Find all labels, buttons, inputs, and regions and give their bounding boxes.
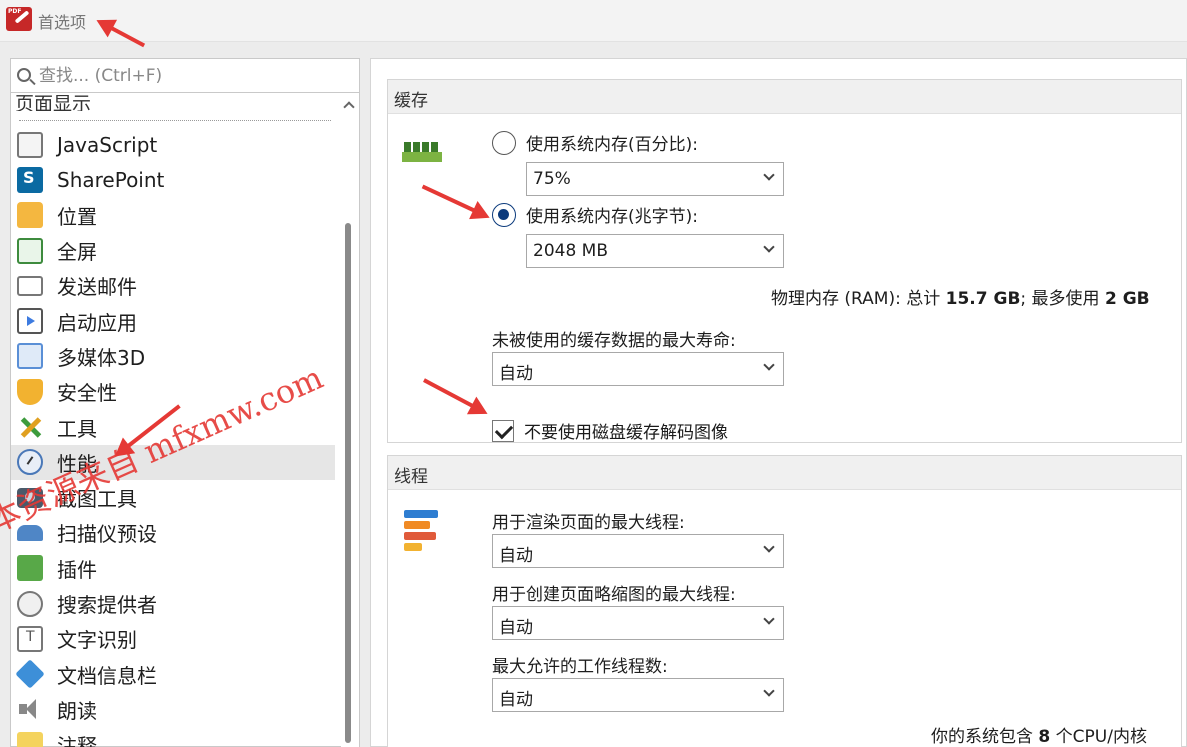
scanner-icon	[17, 524, 43, 541]
cpu-info: 你的系统包含 8 个CPU/内核	[931, 727, 1147, 747]
sidebar-item[interactable]: 注释	[11, 727, 335, 747]
sidebar-item[interactable]: 位置	[11, 198, 335, 233]
sidebar-item-label: 插件	[57, 557, 97, 582]
chevron-down-icon	[763, 685, 775, 697]
worker-threads-select[interactable]: 自动	[492, 678, 784, 712]
sidebar-item-label: 朗读	[57, 698, 97, 723]
sidebar-item[interactable]: 发送邮件	[11, 268, 335, 303]
radio-memory-mb[interactable]: 使用系统内存(兆字节):	[492, 202, 698, 227]
sidebar-item-label: 多媒体3D	[57, 345, 146, 370]
percent-select[interactable]: 75%	[526, 162, 784, 196]
tools-icon	[17, 414, 43, 440]
threads-group-header: 线程	[388, 456, 1181, 490]
sharepoint-icon	[17, 166, 43, 193]
sidebar-item[interactable]: 启动应用	[11, 303, 335, 338]
sidebar-item-label: 注释	[57, 734, 97, 747]
sidebar-item[interactable]: 搜索提供者	[11, 586, 335, 621]
search-input[interactable]	[39, 63, 349, 89]
sidebar-item[interactable]: 文字识别	[11, 621, 335, 656]
sidebar-item-label: 截图工具	[57, 487, 137, 512]
camera-icon	[17, 487, 43, 508]
sidebar-item[interactable]: 工具	[11, 409, 335, 444]
fullscreen-icon	[17, 237, 43, 264]
scroll-up-icon[interactable]	[343, 101, 355, 113]
sidebar-item[interactable]: SharePoint	[11, 162, 335, 197]
app-launch-icon	[17, 308, 43, 335]
ram-info: 物理内存 (RAM): 总计 15.7 GB; 最多使用 2 GB	[771, 289, 1150, 309]
gauge-icon	[17, 449, 43, 476]
threads-group: 线程 用于渲染页面的最大线程: 自动 用于创建页面略缩图的最大线程: 自动 最大…	[387, 455, 1182, 747]
mail-icon	[17, 275, 43, 296]
render-threads-label: 用于渲染页面的最大线程:	[492, 513, 685, 533]
sidebar-item[interactable]: 朗读	[11, 692, 335, 727]
sidebar-scrollbar[interactable]	[341, 93, 359, 747]
cube-icon	[17, 343, 43, 370]
worker-threads-label: 最大允许的工作线程数:	[492, 657, 668, 677]
sidebar-item-label: 发送邮件	[57, 275, 137, 300]
chevron-down-icon	[763, 359, 775, 371]
note-icon	[17, 731, 43, 747]
shield-icon	[17, 378, 43, 405]
sidebar-item-label: 性能	[57, 451, 97, 476]
info-icon	[15, 659, 45, 689]
mb-select[interactable]: 2048 MB	[526, 234, 784, 268]
thumbnail-threads-select[interactable]: 自动	[492, 606, 784, 640]
plugin-icon	[17, 555, 43, 582]
sidebar-item-page-display[interactable]: 页面显示	[15, 93, 91, 111]
radio-percent-button[interactable]	[492, 130, 516, 155]
window-title: 首选项	[38, 13, 87, 32]
preferences-sidebar: 页面显示 JavaScript SharePoint 位置全屏发送邮件启动应用多媒体…	[10, 58, 360, 747]
sidebar-item-label: 位置	[57, 204, 97, 229]
scroll-thumb[interactable]	[345, 223, 351, 743]
javascript-icon	[17, 131, 43, 158]
chevron-down-icon	[763, 541, 775, 553]
speaker-icon	[17, 696, 43, 722]
folder-icon	[17, 202, 43, 229]
chevron-down-icon	[763, 613, 775, 625]
pdf-app-icon: PDF	[6, 7, 32, 31]
sidebar-item-label: 扫描仪预设	[57, 522, 157, 547]
settings-panel: 缓存 使用系统内存(百分比): 75% 使用系统内存(兆字节): 2048 MB…	[370, 58, 1187, 747]
radio-mb-button[interactable]	[492, 202, 516, 227]
threads-icon	[404, 510, 444, 551]
radio-memory-percent[interactable]: 使用系统内存(百分比):	[492, 130, 698, 155]
sidebar-item[interactable]: 截图工具	[11, 480, 335, 515]
sidebar-item[interactable]: 插件	[11, 551, 335, 586]
disk-cache-checkbox-row[interactable]: 不要使用磁盘缓存解码图像	[492, 418, 728, 443]
memory-chip-icon	[402, 142, 442, 164]
sidebar-item-label: 工具	[57, 416, 97, 441]
sidebar-item[interactable]: 全屏	[11, 233, 335, 268]
chevron-down-icon	[763, 169, 775, 181]
sidebar-item-label: 搜索提供者	[57, 593, 157, 617]
search-icon	[17, 68, 31, 82]
sidebar-item[interactable]: 文档信息栏	[11, 656, 335, 691]
category-list: 页面显示 JavaScript SharePoint 位置全屏发送邮件启动应用多媒体…	[11, 93, 341, 747]
sidebar-item-label: 启动应用	[57, 310, 137, 335]
sidebar-item-label: 文档信息栏	[57, 663, 157, 688]
cache-group: 缓存 使用系统内存(百分比): 75% 使用系统内存(兆字节): 2048 MB…	[387, 79, 1182, 443]
sidebar-item[interactable]: JavaScript	[11, 127, 335, 162]
sidebar-item[interactable]: 扫描仪预设	[11, 515, 335, 550]
sidebar-item-label: 安全性	[57, 381, 117, 406]
title-bar: PDF 首选项	[0, 0, 1187, 42]
lifetime-select[interactable]: 自动	[492, 352, 784, 386]
sidebar-item-label: JavaScript	[57, 132, 158, 157]
lifetime-label: 未被使用的缓存数据的最大寿命:	[492, 331, 736, 351]
sidebar-item[interactable]: 安全性	[11, 374, 335, 409]
search-box[interactable]	[11, 59, 359, 93]
disk-cache-checkbox[interactable]	[492, 419, 514, 442]
globe-icon	[17, 590, 43, 617]
sidebar-item-label: SharePoint	[57, 167, 165, 192]
thumbnail-threads-label: 用于创建页面略缩图的最大线程:	[492, 585, 736, 605]
render-threads-select[interactable]: 自动	[492, 534, 784, 568]
sidebar-item[interactable]: 多媒体3D	[11, 339, 335, 374]
sidebar-item[interactable]: 性能	[11, 444, 335, 480]
sidebar-item-label: 全屏	[57, 240, 97, 265]
chevron-down-icon	[763, 241, 775, 253]
divider	[19, 120, 331, 121]
cache-group-header: 缓存	[388, 80, 1181, 114]
ocr-icon	[17, 625, 43, 652]
sidebar-item-label: 文字识别	[57, 628, 137, 653]
